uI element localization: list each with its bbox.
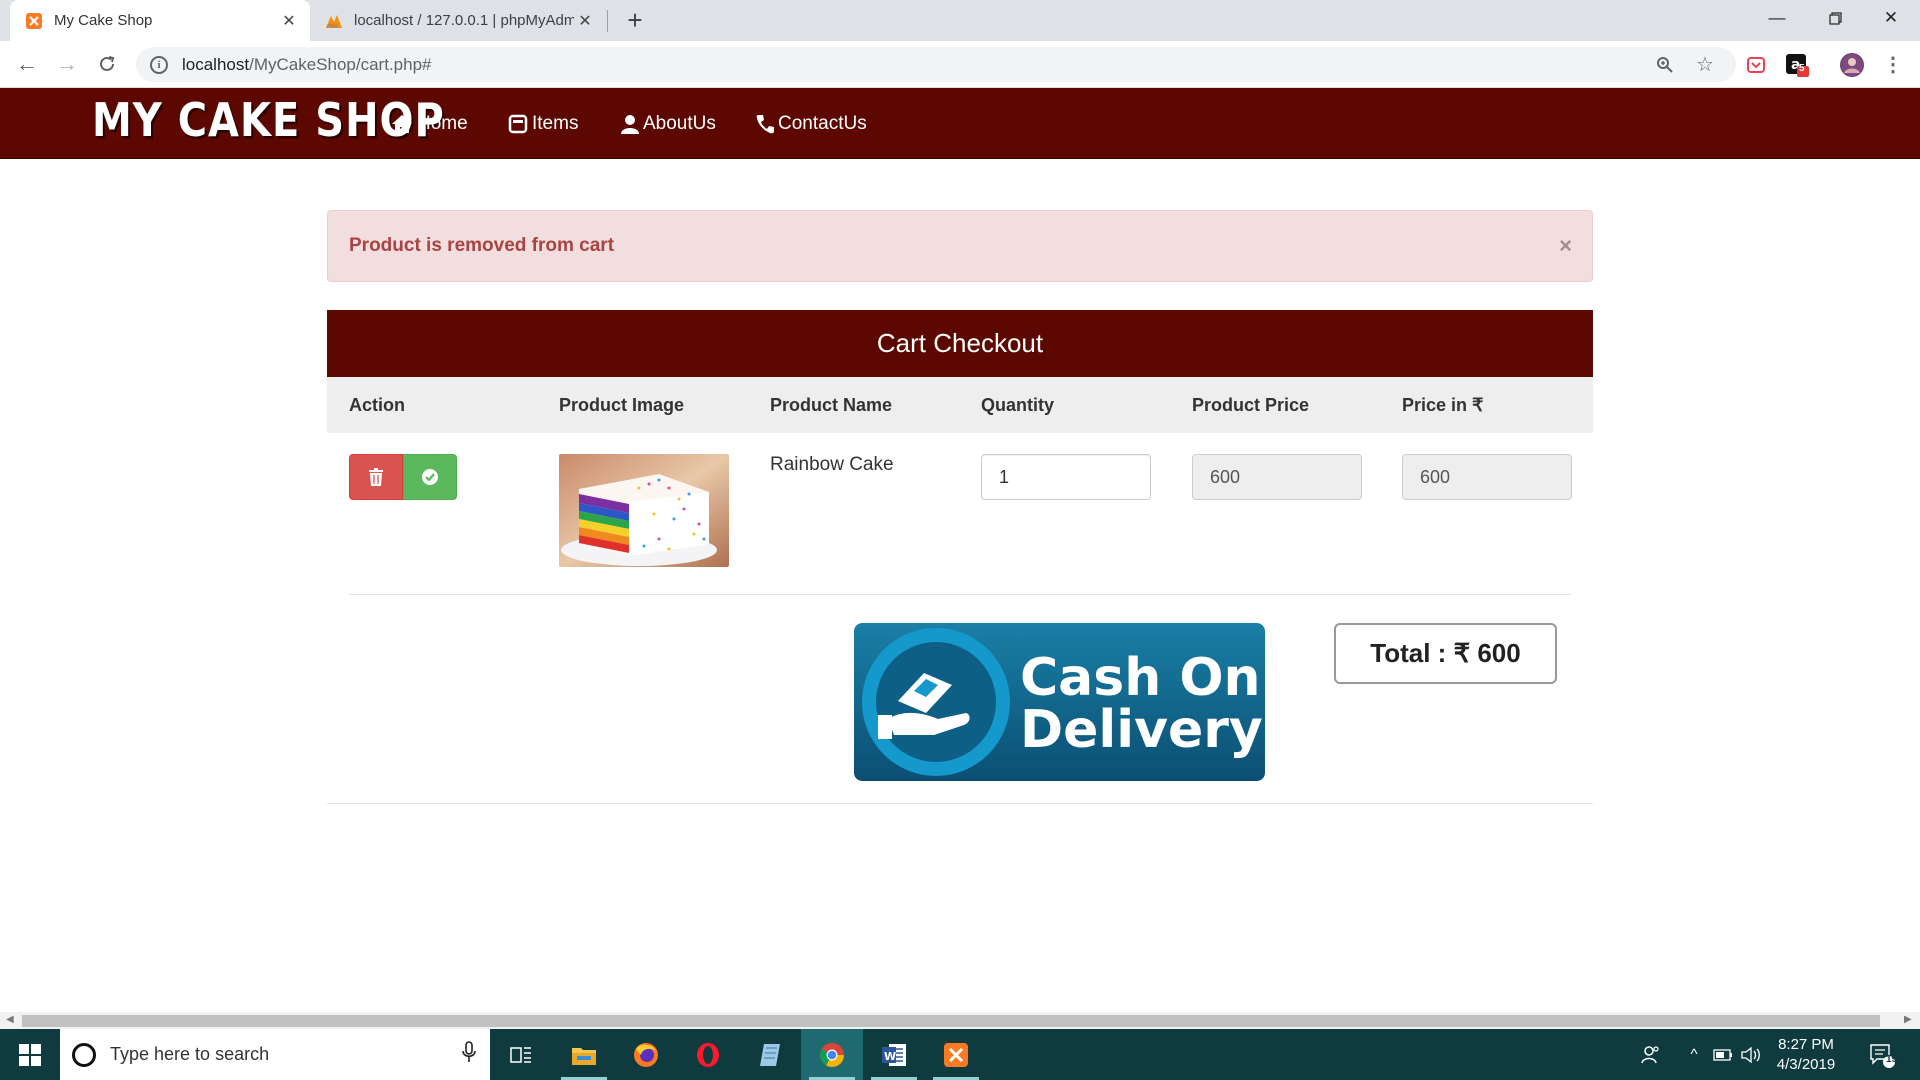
rainbow-cake-image xyxy=(559,454,729,567)
reload-icon[interactable] xyxy=(90,47,124,81)
svg-text:W: W xyxy=(884,1050,896,1063)
price-total-field xyxy=(1402,454,1572,500)
opera-icon[interactable] xyxy=(677,1029,739,1080)
site-info-icon[interactable]: i xyxy=(150,55,168,74)
show-hidden-icons-icon[interactable]: ^ xyxy=(1682,1029,1706,1080)
people-icon[interactable] xyxy=(1636,1029,1666,1080)
restore-icon[interactable] xyxy=(1806,0,1864,36)
clock-time: 8:27 PM xyxy=(1778,1036,1834,1053)
chrome-icon[interactable] xyxy=(801,1029,863,1080)
site-navbar: MY CAKE SHOP Home Items AboutUs ContactU… xyxy=(0,88,1920,159)
taskbar-search-box[interactable]: Type here to search xyxy=(60,1029,490,1080)
back-arrow-icon[interactable]: ← xyxy=(10,47,44,81)
clock-date: 4/3/2019 xyxy=(1776,1056,1836,1073)
browser-toolbar: ← → i localhost/MyCakeShop/cart.php# ☆ a… xyxy=(0,41,1920,88)
nav-contactus-label: ContactUs xyxy=(778,113,867,134)
pocket-extension-icon[interactable] xyxy=(1744,53,1768,77)
confirm-item-button[interactable] xyxy=(403,454,457,500)
footer-divider xyxy=(327,803,1593,804)
word-icon[interactable]: W xyxy=(863,1029,925,1080)
xampp-icon[interactable] xyxy=(925,1029,987,1080)
address-bar[interactable]: i localhost/MyCakeShop/cart.php# ☆ xyxy=(136,47,1736,82)
task-view-icon[interactable] xyxy=(490,1029,552,1080)
forward-arrow-icon[interactable]: → xyxy=(50,47,84,81)
check-circle-icon xyxy=(422,469,438,485)
tab-phpmyadmin[interactable]: PMA localhost / 127.0.0.1 | phpMyAdm ✕ xyxy=(316,0,606,41)
file-explorer-icon[interactable] xyxy=(553,1029,615,1080)
search-placeholder: Type here to search xyxy=(110,1044,270,1064)
xampp-favicon-icon xyxy=(24,11,44,31)
taskbar-clock[interactable]: 8:27 PM 4/3/2019 xyxy=(1766,1035,1846,1075)
cortana-icon xyxy=(72,1042,96,1067)
col-product-price: Product Price xyxy=(1192,394,1310,415)
tab-title: My Cake Shop xyxy=(54,12,153,29)
new-tab-plus-icon[interactable]: + xyxy=(620,6,650,36)
window-close-icon[interactable]: ✕ xyxy=(1862,0,1920,36)
windows-start-icon[interactable] xyxy=(0,1029,60,1080)
cod-line1: Cash On xyxy=(1020,648,1261,708)
url-text: localhost/MyCakeShop/cart.php# xyxy=(182,54,432,74)
items-icon xyxy=(508,114,528,134)
tab-title: localhost / 127.0.0.1 | phpMyAdm xyxy=(354,12,574,29)
horizontal-scrollbar[interactable]: ◀ ▶ xyxy=(0,1012,1920,1029)
removed-alert: Product is removed from cart × xyxy=(327,210,1593,282)
cart-total: Total : ₹ 600 xyxy=(1334,623,1557,684)
cash-on-delivery-button[interactable]: Cash On Delivery xyxy=(854,623,1265,781)
tab-divider xyxy=(607,10,608,32)
nav-contactus[interactable]: ContactUs xyxy=(756,110,867,138)
remove-from-cart-button[interactable] xyxy=(349,454,403,500)
user-icon xyxy=(621,114,639,134)
bookmark-star-icon[interactable]: ☆ xyxy=(1696,47,1714,82)
tab-close-icon[interactable]: ✕ xyxy=(278,11,300,31)
nav-items[interactable]: Items xyxy=(508,110,578,138)
phpmyadmin-favicon-icon: PMA xyxy=(324,11,344,31)
trash-icon xyxy=(369,468,383,486)
col-price-in-rupees: Price in ₹ xyxy=(1402,394,1484,415)
cart-checkout-header: Cart Checkout xyxy=(327,310,1593,377)
zoom-icon[interactable] xyxy=(1656,47,1674,82)
windows-taskbar: Type here to search W ^ 8:27 PM 4/3/2019 xyxy=(0,1029,1920,1080)
nav-home-label: Home xyxy=(417,113,468,134)
cart-table-header: Action Product Image Product Name Quanti… xyxy=(327,377,1593,433)
product-name: Rainbow Cake xyxy=(770,454,894,475)
tab-close-icon[interactable]: ✕ xyxy=(574,11,596,31)
tab-my-cake-shop[interactable]: My Cake Shop ✕ xyxy=(10,0,310,41)
action-center-icon[interactable]: 19 xyxy=(1862,1029,1902,1080)
home-icon xyxy=(391,114,413,134)
nav-aboutus-label: AboutUs xyxy=(643,113,716,134)
quantity-input[interactable] xyxy=(981,454,1151,500)
col-action: Action xyxy=(349,394,405,415)
volume-icon[interactable] xyxy=(1738,1029,1764,1080)
minimize-icon[interactable]: — xyxy=(1748,0,1806,36)
col-product-name: Product Name xyxy=(770,394,893,415)
col-product-image: Product Image xyxy=(559,394,685,415)
phone-icon xyxy=(756,114,774,134)
notepad-app-icon[interactable] xyxy=(739,1029,801,1080)
scroll-left-icon[interactable]: ◀ xyxy=(6,1014,14,1025)
amazon-extension-icon[interactable]: a 5 xyxy=(1785,53,1809,77)
scrollbar-thumb[interactable] xyxy=(22,1015,1880,1027)
product-price-field xyxy=(1192,454,1362,500)
notification-count: 19 xyxy=(1886,1054,1898,1065)
cart-title: Cart Checkout xyxy=(876,328,1044,358)
battery-icon[interactable] xyxy=(1710,1029,1736,1080)
nav-home[interactable]: Home xyxy=(391,110,468,138)
row-divider xyxy=(349,594,1571,595)
svg-text:PMA: PMA xyxy=(327,24,338,29)
alert-close-icon[interactable]: × xyxy=(1559,233,1572,259)
profile-avatar[interactable] xyxy=(1840,53,1864,77)
firefox-icon[interactable] xyxy=(615,1029,677,1080)
browser-tab-strip: My Cake Shop ✕ PMA localhost / 127.0.0.1… xyxy=(0,0,1920,41)
browser-menu-icon[interactable]: ⋮ xyxy=(1876,47,1910,81)
cod-line2: Delivery xyxy=(1020,700,1263,760)
col-quantity: Quantity xyxy=(981,394,1055,415)
microphone-icon[interactable] xyxy=(462,1041,476,1068)
extension-badge: 5 xyxy=(1799,63,1805,74)
alert-message: Product is removed from cart xyxy=(349,235,615,256)
nav-items-label: Items xyxy=(532,113,579,134)
scroll-right-icon[interactable]: ▶ xyxy=(1904,1014,1912,1025)
nav-aboutus[interactable]: AboutUs xyxy=(621,110,716,138)
